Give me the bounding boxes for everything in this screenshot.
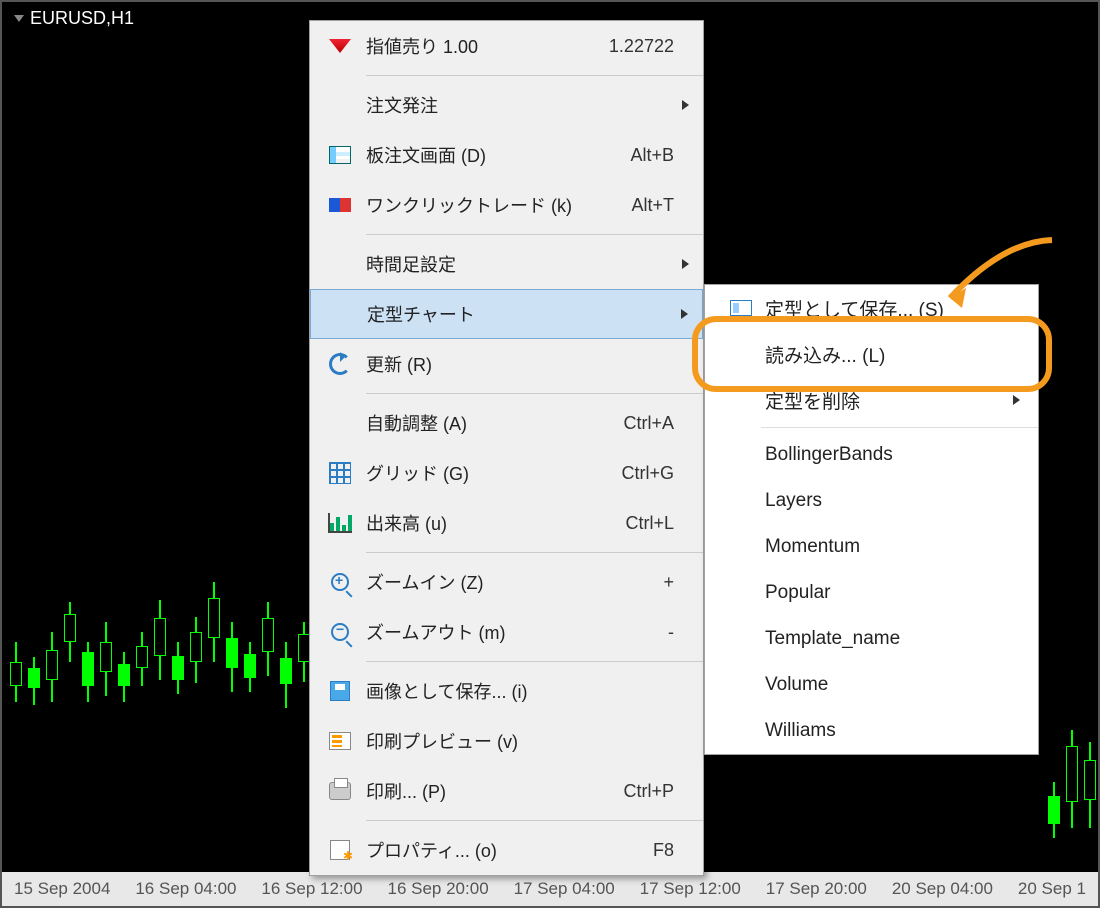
submenu-template-item[interactable]: Template_name — [705, 616, 1038, 662]
volume-icon — [328, 513, 352, 533]
menu-zoom-out[interactable]: ズームアウト (m) - — [310, 607, 703, 657]
x-axis-tick: 16 Sep 12:00 — [261, 879, 362, 899]
menu-zoom-out-shortcut: - — [604, 622, 674, 643]
submenu-template-item-label: BollingerBands — [765, 444, 1020, 466]
x-axis-tick: 17 Sep 04:00 — [514, 879, 615, 899]
one-click-icon — [329, 198, 351, 212]
submenu-arrow-icon — [682, 259, 689, 269]
submenu-save-template-label: 定型として保存... (S) — [765, 295, 1020, 322]
menu-properties-shortcut: F8 — [604, 840, 674, 861]
menu-volumes-label: 出来高 (u) — [366, 510, 604, 536]
menu-save-as-picture[interactable]: 画像として保存... (i) — [310, 666, 703, 716]
submenu-template-item-label: Momentum — [765, 536, 1020, 558]
menu-depth-of-market[interactable]: 板注文画面 (D) Alt+B — [310, 130, 703, 180]
submenu-template-item[interactable]: Williams — [705, 708, 1038, 754]
menu-zoom-in-shortcut: + — [604, 572, 674, 593]
zoom-out-icon — [331, 623, 349, 641]
submenu-template-item[interactable]: BollingerBands — [705, 432, 1038, 478]
menu-properties[interactable]: プロパティ... (o) F8 — [310, 825, 703, 875]
menu-zoom-in-label: ズームイン (Z) — [366, 569, 604, 595]
menu-grid-shortcut: Ctrl+G — [604, 463, 674, 484]
menu-save-image-label: 画像として保存... (i) — [366, 678, 604, 704]
x-axis-tick: 15 Sep 2004 — [14, 879, 110, 899]
sell-arrow-icon — [329, 39, 351, 53]
menu-auto-arrange-shortcut: Ctrl+A — [604, 413, 674, 434]
refresh-icon — [329, 353, 351, 375]
menu-templates-label: 定型チャート — [367, 301, 603, 327]
submenu-arrow-icon — [1013, 395, 1020, 405]
submenu-template-item-label: Williams — [765, 720, 1020, 742]
chart-context-menu: 指値売り 1.00 1.22722 注文発注 板注文画面 (D) Alt+B ワ… — [309, 20, 704, 876]
submenu-load-template[interactable]: 読み込み... (L) — [705, 331, 1038, 377]
menu-templates[interactable]: 定型チャート — [310, 289, 703, 339]
x-axis-tick: 20 Sep 1 — [1018, 879, 1086, 899]
x-axis-tick: 17 Sep 12:00 — [640, 879, 741, 899]
x-axis-tick: 16 Sep 04:00 — [135, 879, 236, 899]
menu-print-preview[interactable]: 印刷プレビュー (v) — [310, 716, 703, 766]
submenu-template-item-label: Template_name — [765, 628, 1020, 650]
menu-one-click-shortcut: Alt+T — [604, 195, 674, 216]
menu-one-click-trade[interactable]: ワンクリックトレード (k) Alt+T — [310, 180, 703, 230]
menu-sell-limit-price: 1.22722 — [604, 36, 674, 57]
template-save-icon — [730, 300, 752, 316]
menu-grid-label: グリッド (G) — [366, 460, 604, 486]
menu-sell-limit-label: 指値売り 1.00 — [366, 33, 604, 59]
submenu-template-item[interactable]: Momentum — [705, 524, 1038, 570]
menu-zoom-out-label: ズームアウト (m) — [366, 619, 604, 645]
chart-x-axis: 15 Sep 2004 16 Sep 04:00 16 Sep 12:00 16 Se… — [2, 872, 1098, 906]
menu-new-order-label: 注文発注 — [366, 92, 604, 118]
x-axis-tick: 17 Sep 20:00 — [766, 879, 867, 899]
menu-print-shortcut: Ctrl+P — [604, 781, 674, 802]
menu-refresh-label: 更新 (R) — [366, 351, 604, 377]
submenu-template-item-label: Volume — [765, 674, 1020, 696]
x-axis-tick: 16 Sep 20:00 — [388, 879, 489, 899]
menu-volumes[interactable]: 出来高 (u) Ctrl+L — [310, 498, 703, 548]
submenu-arrow-icon — [681, 309, 688, 319]
submenu-template-item-label: Popular — [765, 582, 1020, 604]
properties-icon — [330, 840, 350, 860]
menu-new-order[interactable]: 注文発注 — [310, 80, 703, 130]
menu-timeframes[interactable]: 時間足設定 — [310, 239, 703, 289]
menu-zoom-in[interactable]: ズームイン (Z) + — [310, 557, 703, 607]
submenu-load-template-label: 読み込み... (L) — [765, 341, 1020, 368]
menu-dom-label: 板注文画面 (D) — [366, 142, 604, 168]
menu-volumes-shortcut: Ctrl+L — [604, 513, 674, 534]
x-axis-tick: 20 Sep 04:00 — [892, 879, 993, 899]
submenu-template-item-label: Layers — [765, 490, 1020, 512]
menu-auto-arrange[interactable]: 自動調整 (A) Ctrl+A — [310, 398, 703, 448]
submenu-template-item[interactable]: Layers — [705, 478, 1038, 524]
menu-dom-shortcut: Alt+B — [604, 145, 674, 166]
menu-print-preview-label: 印刷プレビュー (v) — [366, 728, 604, 754]
menu-timeframes-label: 時間足設定 — [366, 251, 604, 277]
submenu-arrow-icon — [682, 100, 689, 110]
menu-print[interactable]: 印刷... (P) Ctrl+P — [310, 766, 703, 816]
menu-sell-limit[interactable]: 指値売り 1.00 1.22722 — [310, 21, 703, 71]
menu-refresh[interactable]: 更新 (R) — [310, 339, 703, 389]
submenu-remove-template-label: 定型を削除 — [765, 387, 1013, 414]
dom-grid-icon — [329, 146, 351, 164]
print-preview-icon — [329, 732, 351, 750]
menu-print-label: 印刷... (P) — [366, 778, 604, 804]
submenu-template-item[interactable]: Volume — [705, 662, 1038, 708]
submenu-remove-template[interactable]: 定型を削除 — [705, 377, 1038, 423]
print-icon — [329, 782, 351, 800]
grid-icon — [329, 462, 351, 484]
menu-properties-label: プロパティ... (o) — [366, 837, 604, 863]
templates-submenu: 定型として保存... (S) 読み込み... (L) 定型を削除 Bolling… — [704, 284, 1039, 755]
menu-one-click-label: ワンクリックトレード (k) — [366, 192, 604, 218]
submenu-template-item[interactable]: Popular — [705, 570, 1038, 616]
menu-auto-arrange-label: 自動調整 (A) — [366, 410, 604, 436]
menu-grid[interactable]: グリッド (G) Ctrl+G — [310, 448, 703, 498]
save-image-icon — [330, 681, 350, 701]
zoom-in-icon — [331, 573, 349, 591]
submenu-save-template[interactable]: 定型として保存... (S) — [705, 285, 1038, 331]
